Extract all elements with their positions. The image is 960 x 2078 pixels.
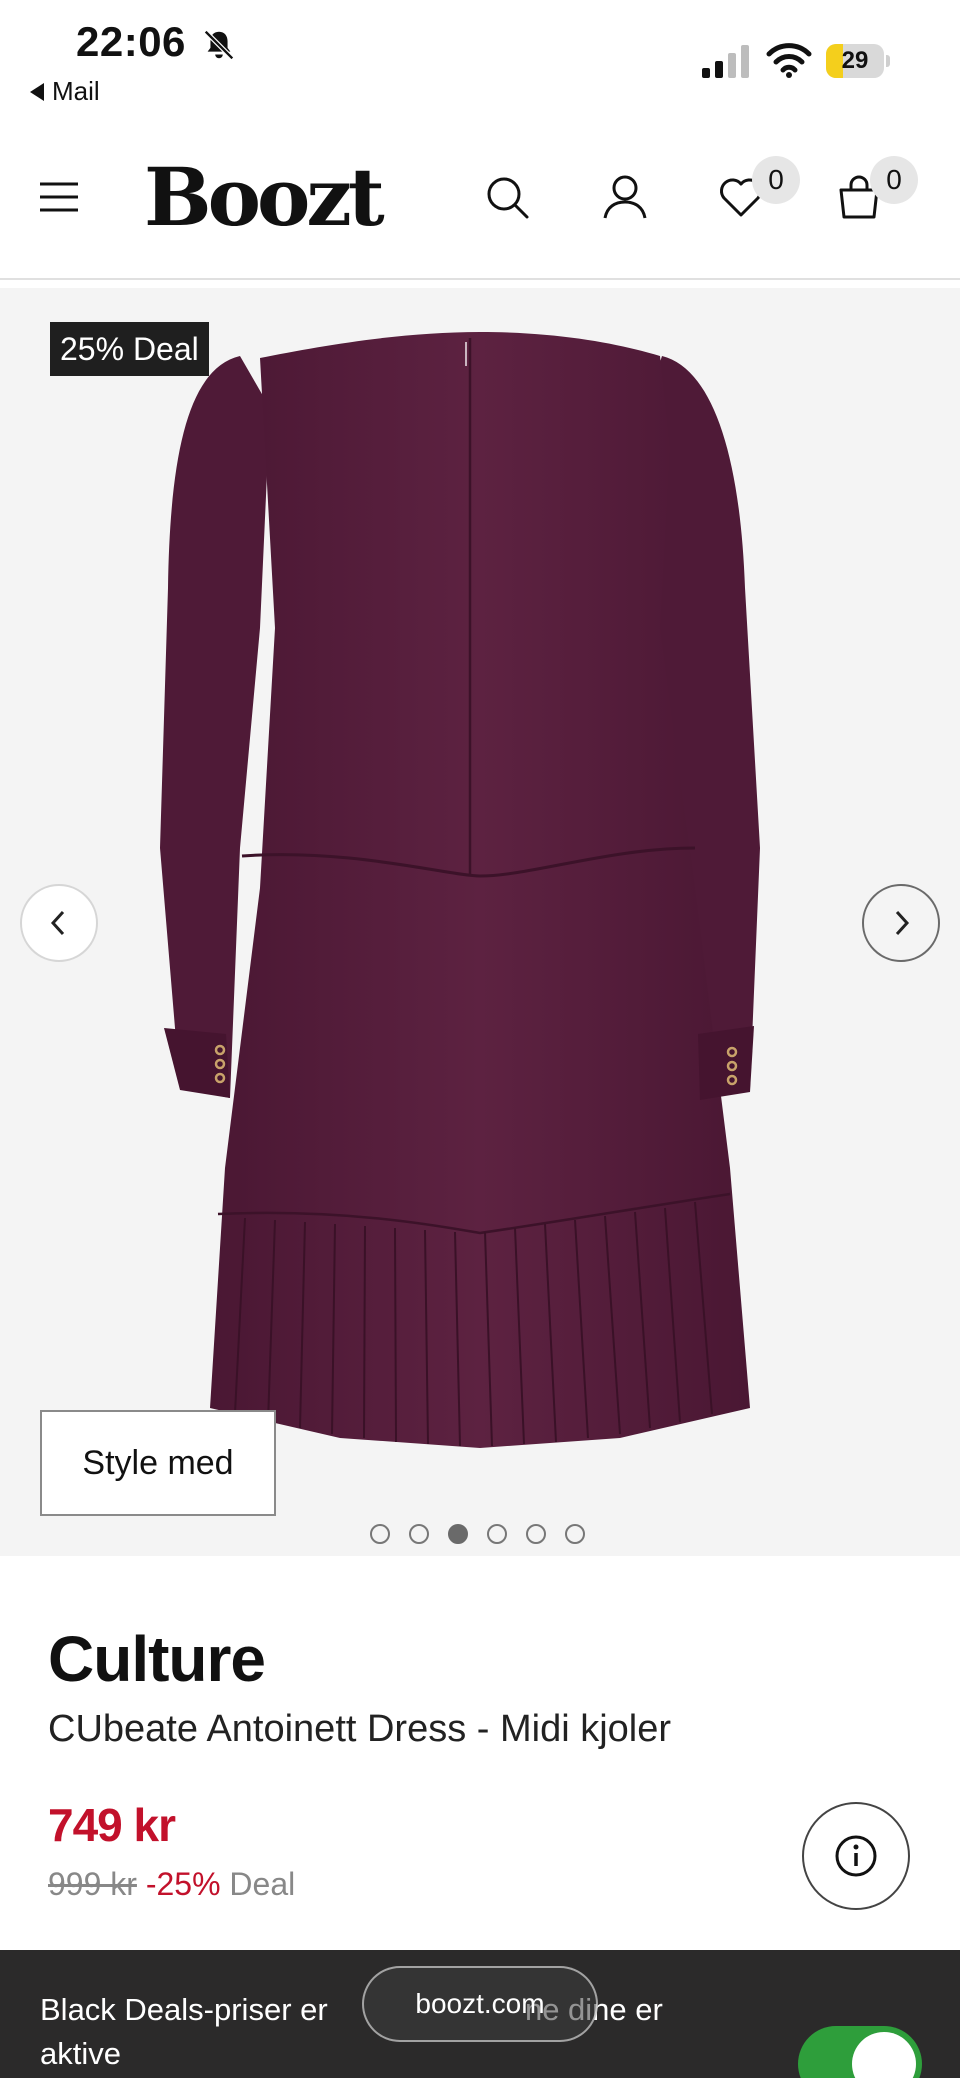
style-med-button[interactable]: Style med: [40, 1410, 276, 1516]
next-image-button[interactable]: [862, 884, 940, 962]
cellular-signal-icon: [702, 45, 749, 78]
dress-product-image: [160, 332, 760, 1448]
back-arrow-icon: [30, 82, 44, 101]
product-brand[interactable]: Culture: [48, 1622, 266, 1696]
account-icon[interactable]: [602, 174, 648, 220]
product-name: CUbeate Antoinett Dress - Midi kjoler: [48, 1708, 672, 1750]
menu-icon[interactable]: [38, 180, 80, 214]
back-to-mail-link[interactable]: Mail: [30, 76, 100, 107]
black-deals-toggle[interactable]: [798, 2026, 922, 2078]
boozt-logo[interactable]: Boozt: [144, 150, 385, 244]
banner-text-left: Black Deals-priser er: [40, 1992, 328, 2027]
toggle-knob: [852, 2032, 916, 2078]
deal-label: Deal: [229, 1866, 296, 1902]
product-image-gallery[interactable]: 25% Deal Style med: [0, 288, 960, 1556]
bell-muted-icon: [204, 30, 234, 60]
original-price: 999 kr: [48, 1866, 137, 1902]
carousel-dot[interactable]: [565, 1524, 585, 1544]
carousel-dot[interactable]: [370, 1524, 390, 1544]
wishlist-count-badge: 0: [752, 156, 800, 204]
bag-count-badge: 0: [870, 156, 918, 204]
price-info-button[interactable]: [802, 1802, 910, 1910]
search-icon[interactable]: [484, 174, 530, 220]
site-header: Boozt 0 0: [0, 120, 960, 280]
info-icon: [835, 1835, 877, 1877]
status-time: 22:06: [76, 18, 186, 65]
carousel-dot[interactable]: [487, 1524, 507, 1544]
deal-badge: 25% Deal: [50, 322, 209, 376]
wifi-icon: [766, 43, 812, 78]
chevron-left-icon: [50, 910, 65, 936]
battery-level: 29: [841, 47, 869, 74]
current-price: 749 kr: [48, 1799, 176, 1851]
carousel-dot[interactable]: [526, 1524, 546, 1544]
status-bar: 22:06 Mail 29: [0, 0, 960, 120]
discount-percent: -25%: [145, 1866, 221, 1902]
carousel-dot[interactable]: [448, 1524, 468, 1544]
back-label: Mail: [52, 76, 100, 106]
banner-text-line2: aktive: [40, 2036, 121, 2071]
previous-image-button[interactable]: [20, 884, 98, 962]
price-details: 999 kr -25% Deal: [48, 1866, 295, 1903]
carousel-pagination: [370, 1524, 585, 1544]
carousel-dot[interactable]: [409, 1524, 429, 1544]
url-bar[interactable]: boozt.com: [362, 1966, 598, 2042]
chevron-right-icon: [895, 910, 910, 936]
battery-indicator: 29: [826, 44, 890, 78]
